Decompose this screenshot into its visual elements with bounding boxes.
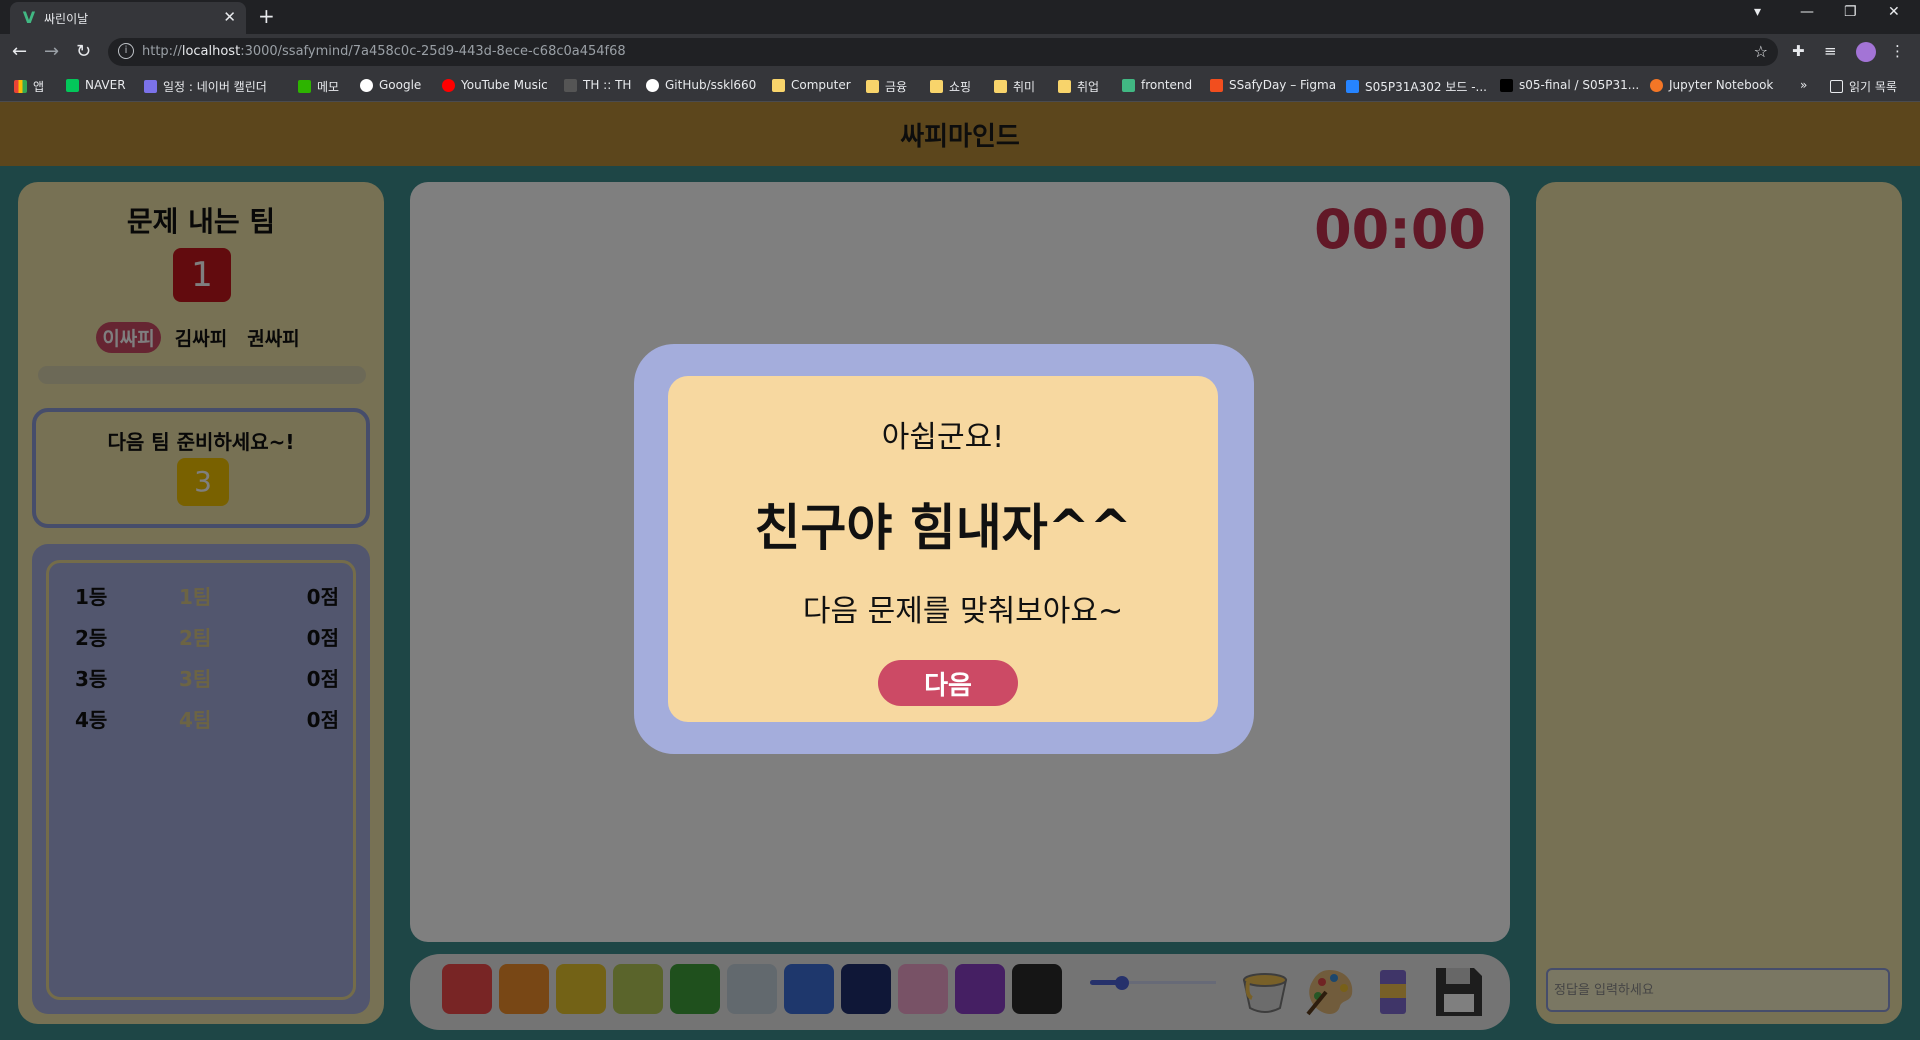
reload-icon[interactable]: ↻ <box>76 41 91 62</box>
bookmark-label: 쇼핑 <box>949 80 972 94</box>
reading-list-label: 읽기 목록 <box>1849 80 1897 94</box>
folder-icon <box>866 80 879 93</box>
bookmark-label: 일정 : 네이버 캘린더 <box>163 80 267 94</box>
bookmark-label: 취미 <box>1013 80 1036 94</box>
folder-icon <box>1058 80 1071 93</box>
bookmark-label: YouTube Music <box>461 78 548 92</box>
app-page: 싸피마인드 문제 내는 팀 1 이싸피 김싸피 권싸피 다음 팀 준비하세요~!… <box>0 102 1920 1040</box>
vue-favicon-icon: V <box>22 8 36 27</box>
bookmark-memo[interactable]: 메모 <box>298 78 339 95</box>
jupyter-icon <box>1650 78 1663 92</box>
jira-icon <box>1346 80 1359 93</box>
result-modal-card: 아쉽군요! 친구야 힘내자^^ 다음 문제를 맞춰보아요~ 다음 <box>668 376 1218 722</box>
bookmark-label: GitHub/sskl660 <box>665 78 757 92</box>
bookmark-youtube-music[interactable]: YouTube Music <box>442 78 548 92</box>
reading-list-icon <box>1830 80 1843 93</box>
bookmark-jupyter[interactable]: Jupyter Notebook <box>1650 78 1773 92</box>
github-icon <box>646 78 659 92</box>
memo-icon <box>298 80 311 93</box>
url-text[interactable]: http://localhost:3000/ssafymind/7a458c0c… <box>142 44 626 59</box>
modal-message-sub: 다음 문제를 맞춰보아요~ <box>802 594 1124 629</box>
vue-icon <box>1122 78 1135 92</box>
minimize-icon[interactable]: — <box>1800 4 1814 20</box>
modal-message-title: 아쉽군요! <box>881 420 1005 455</box>
browser-tab[interactable]: V 싸린이날 ✕ <box>10 2 246 34</box>
bookmark-gitlab[interactable]: s05-final / S05P31... <box>1500 78 1639 92</box>
bookmark-label: 앱 <box>33 80 45 94</box>
apps-icon <box>14 80 27 93</box>
bookmarks-more-icon[interactable]: » <box>1800 78 1807 92</box>
media-control-icon[interactable]: ≡ <box>1824 42 1837 60</box>
reading-list[interactable]: 읽기 목록 <box>1830 78 1897 95</box>
address-bar-row: ← → ↻ i http://localhost:3000/ssafymind/… <box>0 34 1920 70</box>
bookmark-hobby[interactable]: 취미 <box>994 78 1035 95</box>
bookmark-label: SSafyDay – Figma <box>1229 78 1337 92</box>
bookmark-apps[interactable]: 앱 <box>14 78 44 95</box>
omnibox[interactable]: i http://localhost:3000/ssafymind/7a458c… <box>108 38 1778 66</box>
bookmarks-bar: 앱 NAVER 일정 : 네이버 캘린더 메모 Google YouTube M… <box>0 70 1920 102</box>
bookmark-github[interactable]: GitHub/sskl660 <box>646 78 756 92</box>
bookmark-label: Computer <box>791 78 851 92</box>
bookmark-label: Jupyter Notebook <box>1669 78 1774 92</box>
calendar-icon <box>144 80 157 93</box>
tab-search-icon[interactable]: ▾ <box>1754 4 1761 20</box>
bookmark-label: s05-final / S05P31... <box>1519 78 1640 92</box>
bookmark-label: S05P31A302 보드 -... <box>1365 80 1487 94</box>
bookmark-label: frontend <box>1141 78 1193 92</box>
bookmark-label: 취업 <box>1077 80 1100 94</box>
folder-icon <box>772 78 785 92</box>
bookmark-frontend[interactable]: frontend <box>1122 78 1192 92</box>
new-tab-icon[interactable]: + <box>258 4 275 28</box>
bookmark-google[interactable]: Google <box>360 78 421 92</box>
menu-icon[interactable]: ⋮ <box>1890 42 1905 60</box>
gitlab-icon <box>1500 78 1513 92</box>
bookmark-th[interactable]: TH :: TH <box>564 78 631 92</box>
figma-icon <box>1210 78 1223 92</box>
bookmark-finance[interactable]: 금융 <box>866 78 907 95</box>
tab-title: 싸린이날 <box>44 12 89 26</box>
bookmark-label: 금융 <box>885 80 908 94</box>
th-icon <box>564 78 577 92</box>
bookmark-calendar[interactable]: 일정 : 네이버 캘린더 <box>144 78 267 95</box>
next-button[interactable]: 다음 <box>878 660 1018 706</box>
forward-icon[interactable]: → <box>44 41 59 62</box>
naver-icon <box>66 78 79 92</box>
bookmark-job[interactable]: 취업 <box>1058 78 1099 95</box>
folder-icon <box>994 80 1007 93</box>
google-icon <box>360 78 373 92</box>
modal-message-main: 친구야 힘내자^^ <box>754 499 1132 557</box>
tab-close-icon[interactable]: ✕ <box>223 8 236 26</box>
browser-tabbar: V 싸린이날 ✕ + ▾ — ❐ ✕ <box>0 0 1920 34</box>
back-icon[interactable]: ← <box>12 41 27 62</box>
bookmark-label: 메모 <box>317 80 340 94</box>
folder-icon <box>930 80 943 93</box>
bookmark-figma[interactable]: SSafyDay – Figma <box>1210 78 1336 92</box>
extensions-icon[interactable]: ✚ <box>1792 42 1805 60</box>
result-modal: 아쉽군요! 친구야 힘내자^^ 다음 문제를 맞춰보아요~ 다음 <box>634 344 1254 754</box>
bookmark-naver[interactable]: NAVER <box>66 78 126 92</box>
profile-avatar[interactable] <box>1856 42 1876 62</box>
bookmark-label: Google <box>379 78 422 92</box>
bookmark-computer[interactable]: Computer <box>772 78 851 92</box>
bookmark-label: TH :: TH <box>583 78 632 92</box>
bookmark-label: NAVER <box>85 78 126 92</box>
bookmark-jira[interactable]: S05P31A302 보드 -... <box>1346 78 1487 95</box>
bookmark-shopping[interactable]: 쇼핑 <box>930 78 971 95</box>
window-close-icon[interactable]: ✕ <box>1888 4 1900 20</box>
youtube-music-icon <box>442 78 455 92</box>
modal-overlay: 아쉽군요! 친구야 힘내자^^ 다음 문제를 맞춰보아요~ 다음 <box>0 102 1920 1040</box>
restore-icon[interactable]: ❐ <box>1844 4 1857 20</box>
site-info-icon[interactable]: i <box>118 43 134 59</box>
bookmark-star-icon[interactable]: ☆ <box>1754 42 1768 61</box>
